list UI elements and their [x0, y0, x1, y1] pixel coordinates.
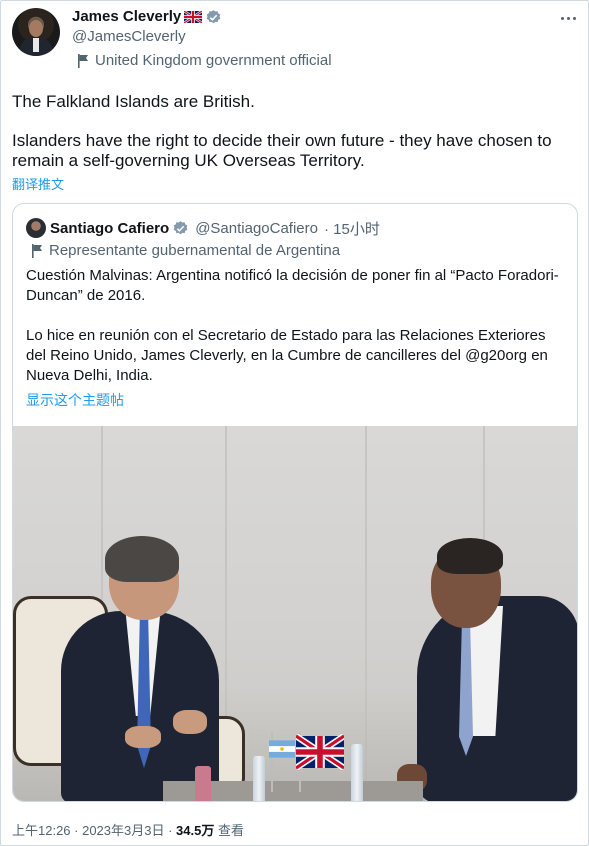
- translate-tweet-link[interactable]: 翻译推文: [12, 174, 64, 193]
- flower-pot: [195, 766, 211, 801]
- tweet-timestamp[interactable]: 上午12:26 · 2023年3月3日 ·: [12, 823, 176, 838]
- tweet-meta: 上午12:26 · 2023年3月3日 · 34.5万 查看: [12, 820, 244, 839]
- verified-badge-icon: [206, 9, 221, 23]
- quoted-tweet-time[interactable]: · 15小时: [324, 218, 380, 239]
- water-bottle: [351, 744, 363, 801]
- views-count: 34.5万: [176, 823, 215, 838]
- argentina-flag-icon: [269, 740, 295, 758]
- flag-icon: [32, 243, 42, 258]
- quoted-author-handle[interactable]: @SantiagoCafiero: [195, 220, 318, 237]
- quoted-government-label-text: Representante gubernamental de Argentina: [49, 242, 341, 259]
- tweet-line-1: The Falkland Islands are British.: [12, 92, 255, 111]
- quoted-author-row[interactable]: Santiago Cafiero @SantiagoCafiero · 15小时: [50, 218, 380, 239]
- quoted-paragraph-1: Cuestión Malvinas: Argentina notificó la…: [26, 267, 559, 304]
- quoted-tweet[interactable]: Santiago Cafiero @SantiagoCafiero · 15小时…: [12, 203, 578, 802]
- uk-flag-emoji-icon: [184, 11, 203, 23]
- author-name[interactable]: James Cleverly: [72, 8, 181, 26]
- quoted-tweet-text: Cuestión Malvinas: Argentina notificó la…: [26, 266, 566, 386]
- quoted-author-name[interactable]: Santiago Cafiero: [50, 220, 169, 237]
- views-label: 查看: [214, 823, 244, 838]
- author-handle[interactable]: @JamesCleverly: [72, 28, 186, 45]
- quoted-author-avatar[interactable]: [26, 218, 46, 238]
- water-bottle: [253, 756, 265, 801]
- government-label-text: United Kingdom government official: [95, 52, 332, 69]
- left-person-hand: [173, 710, 207, 734]
- flag-icon: [78, 53, 88, 68]
- quoted-government-label[interactable]: Representante gubernamental de Argentina: [31, 242, 340, 259]
- uk-flag-icon: [296, 734, 344, 770]
- more-options-icon[interactable]: [558, 8, 578, 28]
- left-person-hand: [125, 726, 161, 748]
- government-label[interactable]: United Kingdom government official: [77, 52, 332, 69]
- quoted-tweet-photo[interactable]: [13, 426, 577, 801]
- quoted-paragraph-2: Lo hice en reunión con el Secretario de …: [26, 327, 548, 384]
- tweet-line-2: Islanders have the right to decide their…: [12, 131, 552, 170]
- left-person-hair: [105, 536, 179, 582]
- tweet-text: The Falkland Islands are British. Island…: [12, 92, 580, 171]
- verified-badge-icon: [173, 221, 188, 235]
- show-thread-link[interactable]: 显示这个主题帖: [26, 390, 124, 410]
- right-person-hair: [437, 538, 503, 574]
- author-name-row[interactable]: James Cleverly: [72, 8, 222, 26]
- author-avatar[interactable]: [12, 8, 60, 56]
